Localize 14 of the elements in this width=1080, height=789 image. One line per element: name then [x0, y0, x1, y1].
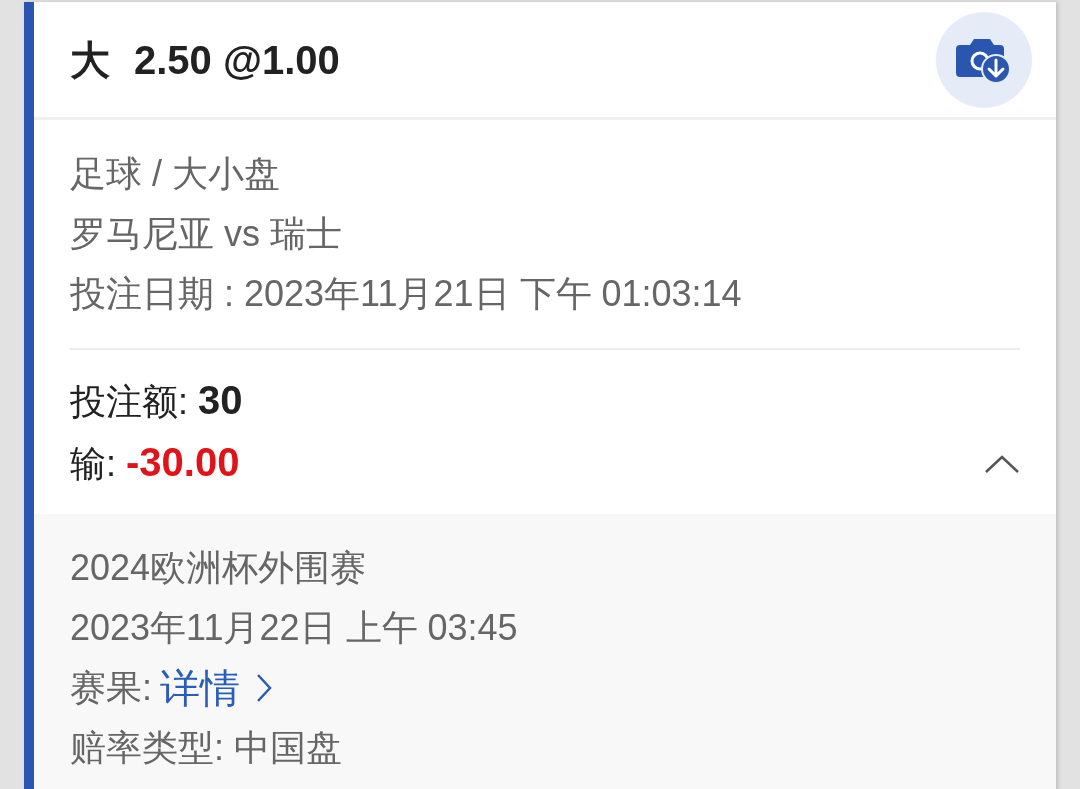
details-link[interactable]: 详情	[160, 658, 272, 718]
detail-text: 2023年11月22日 上午 03:45	[70, 606, 519, 650]
bet-info-text: 投注日期 : 2023年11月21日 下午 01:03:14	[70, 272, 743, 316]
detail-text: 赔率类型: 中国盘	[70, 726, 343, 770]
bet-selection: 大	[70, 36, 110, 84]
detail-label: 赛果:	[70, 666, 152, 710]
chevron-right-icon	[256, 673, 272, 703]
result-text: 输: -30.00	[70, 439, 240, 486]
stake-text: 投注额: 30	[70, 377, 243, 424]
bet-line-odds: 2.50 @1.00	[134, 36, 340, 84]
chevron-up-icon	[984, 453, 1020, 474]
detail-text: 2024欧洲杯外围赛	[70, 546, 368, 590]
bet-info-text: 罗马尼亚 vs 瑞士	[70, 212, 343, 256]
bet-info-text: 足球 / 大小盘	[70, 152, 281, 196]
